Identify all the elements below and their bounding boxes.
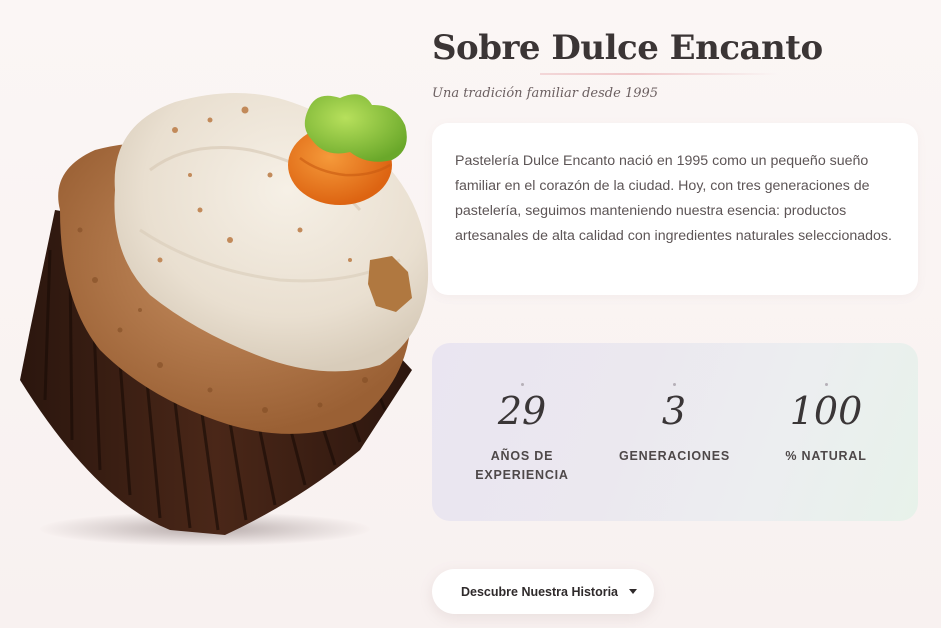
description-card: Pastelería Dulce Encanto nació en 1995 c… <box>432 123 918 295</box>
stat-generations: 3 GENERACIONES <box>599 343 749 466</box>
cupcake-image <box>0 80 440 560</box>
stat-number: 3 <box>661 389 687 433</box>
caret-down-icon <box>629 589 638 594</box>
title-underline <box>540 73 778 75</box>
stat-label: % NATURAL <box>785 449 867 463</box>
stat-dot <box>672 383 676 386</box>
stat-natural: 100 % NATURAL <box>751 343 901 466</box>
section-subtitle: Una tradición familiar desde 1995 <box>432 86 659 101</box>
discover-history-label: Descubre Nuestra Historia <box>461 584 619 599</box>
stat-dot <box>520 383 524 386</box>
stats-card: 29 AÑOS DE EXPERIENCIA 3 GENERACIONES 10… <box>432 343 918 521</box>
section-title: Sobre Dulce Encanto <box>432 28 823 68</box>
cupcake-illustration <box>20 92 429 535</box>
description-text: Pastelería Dulce Encanto nació en 1995 c… <box>455 153 892 244</box>
stat-dot <box>824 383 828 386</box>
stat-label: GENERACIONES <box>619 449 731 463</box>
stat-label: AÑOS DE EXPERIENCIA <box>475 449 569 482</box>
discover-history-button[interactable]: Descubre Nuestra Historia <box>432 569 654 614</box>
stat-number: 100 <box>789 389 863 433</box>
stat-years: 29 AÑOS DE EXPERIENCIA <box>447 343 597 485</box>
stat-number: 29 <box>497 389 547 433</box>
